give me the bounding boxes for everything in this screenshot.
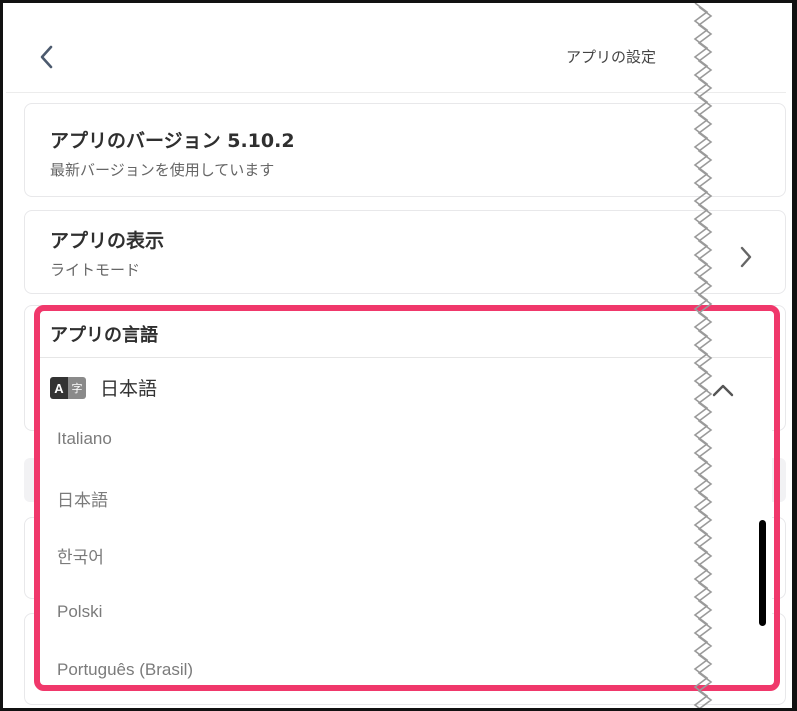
app-version-card: アプリのバージョン 5.10.2 最新バージョンを使用しています [24, 103, 786, 197]
app-display-mode: ライトモード [50, 261, 141, 279]
selected-language: 日本語 [100, 378, 158, 400]
language-option-korean[interactable]: 한국어 [57, 543, 104, 568]
language-option-italiano[interactable]: Italiano [57, 429, 112, 449]
language-select[interactable]: A 字 日本語 [50, 373, 750, 405]
scrollbar-thumb[interactable] [759, 520, 766, 626]
language-icon-letter-ji: 字 [68, 377, 86, 399]
chevron-right-icon [740, 246, 752, 268]
back-chevron-icon[interactable] [36, 42, 58, 72]
app-version-status: 最新バージョンを使用しています [50, 161, 275, 179]
language-option-polski[interactable]: Polski [57, 602, 102, 622]
language-option-japanese[interactable]: 日本語 [57, 486, 108, 511]
language-icon-letter-a: A [50, 377, 68, 399]
page-title: アプリの設定 [565, 48, 656, 66]
chevron-up-icon[interactable] [711, 383, 735, 397]
app-window: アプリの設定 アプリのバージョン 5.10.2 最新バージョンを使用しています … [0, 0, 797, 711]
language-dropdown-panel: アプリの言語 A 字 日本語 Italiano 日本語 한국어 Polski P… [40, 313, 772, 685]
window-shadow [792, 0, 797, 711]
divider [40, 357, 772, 358]
language-icon: A 字 [50, 377, 86, 399]
app-display-card[interactable]: アプリの表示 ライトモード [24, 210, 786, 294]
app-language-heading: アプリの言語 [50, 325, 158, 346]
language-option-portugues-brasil[interactable]: Português (Brasil) [57, 660, 193, 680]
app-display-heading: アプリの表示 [50, 230, 165, 252]
header: アプリの設定 [6, 6, 786, 93]
app-version-heading: アプリのバージョン 5.10.2 [50, 130, 295, 152]
